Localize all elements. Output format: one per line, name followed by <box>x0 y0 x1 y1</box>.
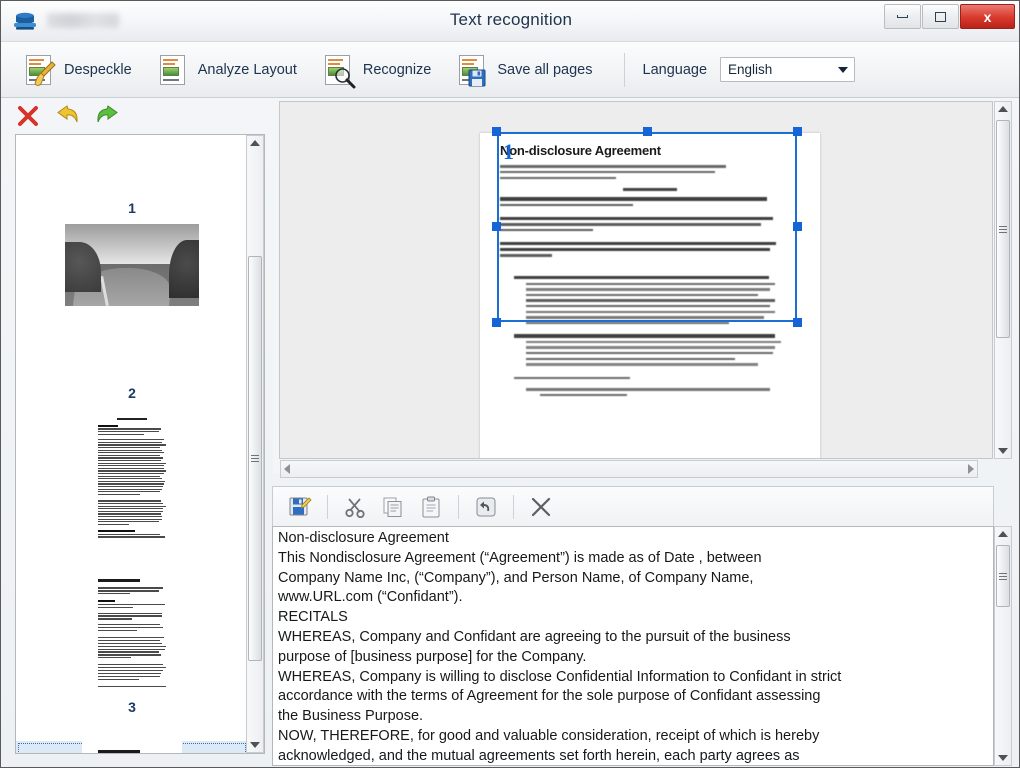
list-item[interactable]: 1 <box>16 135 248 363</box>
language-select[interactable]: English <box>720 57 855 82</box>
resize-handle-ne[interactable] <box>793 127 802 136</box>
save-all-pages-button[interactable]: Save all pages <box>448 47 605 93</box>
redo-button[interactable] <box>95 103 121 129</box>
paste-icon <box>420 496 442 518</box>
minimize-icon <box>897 15 908 18</box>
recognized-text-content[interactable]: Non-disclosure Agreement This Nondisclos… <box>278 529 968 766</box>
cut-button[interactable] <box>338 492 372 522</box>
editor-separator <box>513 495 514 519</box>
window-controls: x <box>884 4 1015 29</box>
block-number-label: 1 <box>503 141 514 163</box>
despeckle-icon <box>22 53 56 87</box>
thumbnail-preview <box>82 571 182 691</box>
list-item[interactable]: 3 <box>16 553 248 741</box>
chevron-down-icon <box>838 67 848 73</box>
text-editor-toolbar <box>272 486 994 526</box>
despeckle-button[interactable]: Despeckle <box>15 47 145 93</box>
main-toolbar: Despeckle Analyze Layout <box>1 42 1020 98</box>
copy-button[interactable] <box>376 492 410 522</box>
save-all-pages-label: Save all pages <box>497 62 592 78</box>
list-item[interactable]: 2 <box>16 363 248 553</box>
undo-button[interactable] <box>55 103 81 129</box>
document-thumbnail <box>82 741 182 754</box>
selection-rectangle <box>497 132 797 322</box>
scrollbar-thumb[interactable] <box>996 120 1010 338</box>
scrollbar-thumb[interactable] <box>996 545 1010 607</box>
delete-page-button[interactable] <box>15 103 41 129</box>
close-button[interactable]: x <box>960 4 1015 29</box>
resize-handle-sw[interactable] <box>492 318 501 327</box>
scroll-down-icon[interactable] <box>998 755 1008 761</box>
copy-icon <box>382 496 404 518</box>
minimize-button[interactable] <box>884 4 921 29</box>
delete-x-icon <box>17 105 39 127</box>
recognize-button[interactable]: Recognize <box>314 47 445 93</box>
page-tools-toolbar <box>1 98 273 134</box>
despeckle-label: Despeckle <box>64 62 132 78</box>
paste-button[interactable] <box>414 492 448 522</box>
thumbnail-list: 1 2 <box>16 135 248 753</box>
title-bar: Text recognition x <box>1 1 1020 42</box>
document-thumbnail <box>82 571 182 691</box>
list-item-selected[interactable]: 4 <box>16 741 248 754</box>
page-thumbnails-panel[interactable]: 1 2 <box>15 134 265 754</box>
analyze-layout-icon <box>156 53 190 87</box>
scroll-left-icon[interactable] <box>284 464 290 474</box>
scrollbar-thumb[interactable] <box>248 256 262 661</box>
thumbnail-page-number: 3 <box>128 699 136 715</box>
recognize-icon <box>321 53 355 87</box>
resize-handle-e[interactable] <box>793 222 802 231</box>
preview-vertical-scrollbar[interactable] <box>994 101 1012 459</box>
resize-handle-w[interactable] <box>492 222 501 231</box>
thumbnail-page-number: 2 <box>128 385 136 401</box>
scroll-down-icon[interactable] <box>998 448 1008 454</box>
scroll-down-icon[interactable] <box>250 742 260 748</box>
thumbnail-preview <box>82 741 182 754</box>
recognize-label: Recognize <box>363 62 432 78</box>
undo-arrow-icon <box>56 105 80 127</box>
scroll-up-icon[interactable] <box>250 140 260 146</box>
undo-icon <box>474 495 498 519</box>
thumbnail-page-number: 1 <box>128 200 136 216</box>
close-x-icon <box>529 495 553 519</box>
clear-text-button[interactable] <box>524 492 558 522</box>
resize-handle-nw[interactable] <box>492 127 501 136</box>
text-block-selection[interactable]: 1 <box>497 132 797 322</box>
thumbnail-preview <box>82 409 182 539</box>
recognized-text-area[interactable]: Non-disclosure Agreement This Nondisclos… <box>272 526 994 766</box>
window-title: Text recognition <box>1 10 1020 30</box>
undo-edit-button[interactable] <box>469 492 503 522</box>
scroll-right-icon[interactable] <box>968 464 974 474</box>
toolbar-separator <box>624 53 625 87</box>
maximize-button[interactable] <box>922 4 959 29</box>
thumbnails-scrollbar[interactable] <box>246 135 264 753</box>
preview-horizontal-scrollbar[interactable] <box>280 460 978 478</box>
thumbnail-preview <box>65 224 199 306</box>
text-area-scrollbar[interactable] <box>994 526 1012 766</box>
scroll-up-icon[interactable] <box>998 106 1008 112</box>
document-thumbnail <box>82 409 182 539</box>
restore-icon <box>935 12 946 22</box>
language-selected-value: English <box>728 62 772 77</box>
road-photo-thumbnail <box>65 224 199 306</box>
save-all-pages-icon <box>455 53 489 87</box>
editor-separator <box>458 495 459 519</box>
language-label: Language <box>643 62 708 78</box>
text-recognition-window: Text recognition x Despeckle <box>0 0 1020 768</box>
editor-separator <box>327 495 328 519</box>
redo-arrow-icon <box>96 105 120 127</box>
analyze-layout-label: Analyze Layout <box>198 62 297 78</box>
resize-handle-se[interactable] <box>793 318 802 327</box>
resize-handle-n[interactable] <box>643 127 652 136</box>
analyze-layout-button[interactable]: Analyze Layout <box>149 47 310 93</box>
scissors-icon <box>344 496 366 518</box>
save-text-button[interactable] <box>283 492 317 522</box>
scroll-up-icon[interactable] <box>998 531 1008 537</box>
save-edit-icon <box>288 495 312 519</box>
